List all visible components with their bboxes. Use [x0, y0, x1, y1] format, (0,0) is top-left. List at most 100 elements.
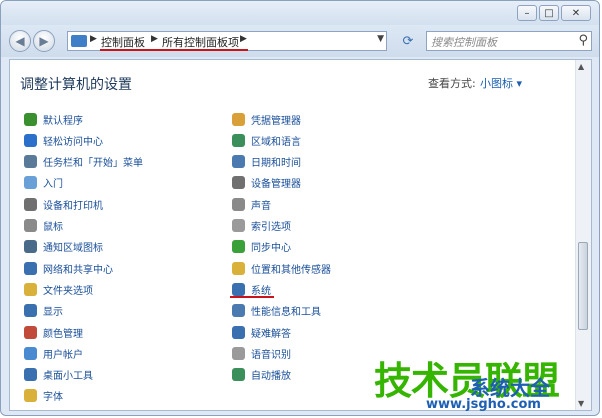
list-item-label: 设备和打印机 — [43, 200, 103, 212]
list-item-label: 日期和时间 — [251, 158, 301, 170]
list-item[interactable]: 疑难解答 — [232, 323, 291, 341]
search-input[interactable]: 搜索控制面板 — [431, 34, 497, 50]
view-by-dropdown[interactable]: 小图标 ▾ — [480, 75, 522, 91]
ease-of-access-icon — [24, 133, 37, 147]
breadcrumb-arrow-icon: ▶ — [151, 34, 158, 44]
address-bar[interactable]: ▶ 控制面板 ▶ 所有控制面板项 ▶ ▼ — [67, 31, 387, 51]
printer-icon — [24, 197, 37, 211]
list-item-label: 轻松访问中心 — [43, 136, 103, 148]
list-item-label: 颜色管理 — [43, 328, 83, 340]
system-highlight-underline — [230, 296, 274, 298]
device-manager-icon — [232, 176, 245, 190]
list-item-label: 字体 — [43, 392, 63, 404]
list-item[interactable]: 设备管理器 — [232, 174, 301, 192]
list-item[interactable]: 桌面小工具 — [24, 366, 93, 384]
list-item[interactable]: 区域和语言 — [232, 131, 301, 149]
list-item[interactable]: 颜色管理 — [24, 323, 83, 341]
list-item[interactable]: 文件夹选项 — [24, 280, 93, 298]
list-item[interactable]: 语音识别 — [232, 344, 291, 362]
list-item-label: 索引选项 — [251, 222, 291, 233]
user-accounts-icon — [24, 346, 37, 360]
notification-icon — [24, 240, 37, 254]
forward-button[interactable]: ▶ — [33, 30, 55, 52]
color-management-icon — [24, 325, 37, 339]
list-item-label: 鼠标 — [43, 222, 63, 233]
list-item[interactable]: 轻松访问中心 — [24, 131, 103, 149]
list-item-label: 入门 — [43, 179, 63, 191]
scroll-up-icon[interactable]: ▲ — [578, 62, 584, 71]
view-by-label: 查看方式: — [428, 77, 476, 90]
list-item[interactable]: 显示 — [24, 302, 63, 320]
system-icon — [232, 282, 245, 296]
close-button[interactable]: ✕ — [561, 5, 591, 21]
folder-options-icon — [24, 282, 37, 296]
list-item-label: 系统 — [251, 285, 271, 297]
list-item-label: 用户帐户 — [43, 349, 83, 361]
display-icon — [24, 304, 37, 318]
navigation-bar: ◀ ▶ ▶ 控制面板 ▶ 所有控制面板项 ▶ ▼ ⟳ 搜索控制面板 ⚲ — [1, 25, 599, 57]
list-item[interactable]: 用户帐户 — [24, 344, 83, 362]
location-sensors-icon — [232, 261, 245, 275]
window-controls: – □ ✕ — [517, 5, 591, 21]
gadgets-icon — [24, 368, 37, 382]
breadcrumb-all-items[interactable]: 所有控制面板项 — [162, 34, 239, 50]
credential-manager-icon — [232, 112, 245, 126]
list-item-label: 自动播放 — [251, 371, 291, 383]
date-time-icon — [232, 155, 245, 169]
list-item[interactable]: 性能信息和工具 — [232, 302, 321, 320]
list-item-label: 区域和语言 — [251, 136, 301, 148]
highlight-underline — [100, 49, 248, 51]
breadcrumb-arrow-icon: ▶ — [90, 34, 97, 44]
list-item-label: 设备管理器 — [251, 179, 301, 191]
region-language-icon — [232, 133, 245, 147]
list-item-label: 性能信息和工具 — [251, 307, 321, 319]
list-item-label: 语音识别 — [251, 349, 291, 361]
list-item-label: 网络和共享中心 — [43, 264, 113, 276]
scrollbar-thumb[interactable] — [578, 242, 588, 330]
vertical-scrollbar[interactable]: ▲ ▼ — [575, 60, 591, 410]
list-item[interactable]: 索引选项 — [232, 217, 291, 235]
search-box[interactable]: 搜索控制面板 ⚲ — [426, 31, 592, 51]
list-item-label: 文件夹选项 — [43, 285, 93, 297]
list-item-label: 凭据管理器 — [251, 115, 301, 127]
watermark-url: www.jsgho.com — [426, 397, 541, 412]
list-item[interactable]: 凭据管理器 — [232, 110, 301, 128]
search-icon[interactable]: ⚲ — [578, 33, 588, 48]
getting-started-icon — [24, 176, 37, 190]
sync-center-icon — [232, 240, 245, 254]
list-item[interactable]: 同步中心 — [232, 238, 291, 256]
list-item-label: 疑难解答 — [251, 328, 291, 340]
list-item[interactable]: 鼠标 — [24, 217, 63, 235]
chevron-down-icon[interactable]: ▼ — [377, 34, 384, 44]
list-item[interactable]: 任务栏和「开始」菜单 — [24, 153, 143, 171]
maximize-button[interactable]: □ — [539, 5, 559, 21]
refresh-icon[interactable]: ⟳ — [399, 33, 417, 51]
list-item[interactable]: 声音 — [232, 195, 271, 213]
breadcrumb-arrow-icon: ▶ — [240, 34, 247, 44]
scroll-down-icon[interactable]: ▼ — [578, 399, 584, 408]
indexing-icon — [232, 219, 245, 232]
control-panel-icon — [71, 35, 87, 47]
list-item-label: 显示 — [43, 307, 63, 319]
page-title: 调整计算机的设置 — [20, 77, 132, 93]
fonts-icon — [24, 389, 37, 403]
list-item[interactable]: 网络和共享中心 — [24, 259, 113, 277]
taskbar-icon — [24, 155, 37, 169]
breadcrumb-control-panel[interactable]: 控制面板 — [101, 34, 145, 50]
list-item[interactable]: 自动播放 — [232, 366, 291, 384]
list-item-label: 桌面小工具 — [43, 371, 93, 383]
list-item[interactable]: 通知区域图标 — [24, 238, 103, 256]
mouse-icon — [24, 219, 37, 232]
list-item[interactable]: 日期和时间 — [232, 153, 301, 171]
troubleshooting-icon — [232, 325, 245, 339]
speech-recognition-icon — [232, 346, 245, 360]
list-item[interactable]: 字体 — [24, 387, 63, 405]
list-item[interactable]: 设备和打印机 — [24, 195, 103, 213]
list-item[interactable]: 默认程序 — [24, 110, 83, 128]
list-item[interactable]: 位置和其他传感器 — [232, 259, 331, 277]
back-button[interactable]: ◀ — [9, 30, 31, 52]
list-item-label: 任务栏和「开始」菜单 — [43, 158, 143, 170]
list-item[interactable]: 入门 — [24, 174, 63, 192]
list-item-label: 同步中心 — [251, 243, 291, 255]
minimize-button[interactable]: – — [517, 5, 537, 21]
